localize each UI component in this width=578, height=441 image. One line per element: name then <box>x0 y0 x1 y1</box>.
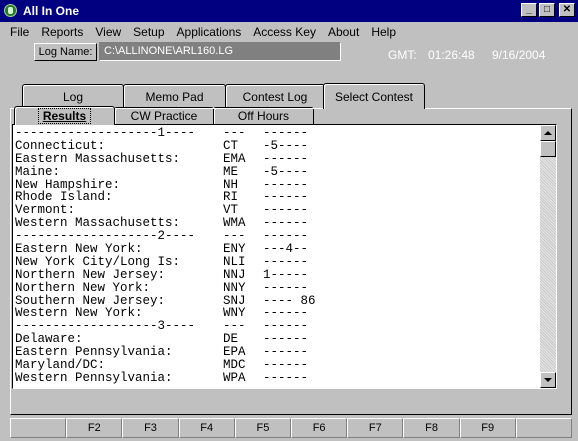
section-abbr: CT <box>223 138 239 153</box>
title-bar[interactable]: All In One _ □ ✕ <box>0 0 578 22</box>
tab-log-label: Log <box>62 89 84 104</box>
section-abbr: ME <box>223 164 239 179</box>
list-item: Northern New York: NNY ------ <box>15 280 538 295</box>
section-name: Eastern Massachusetts: <box>15 151 181 166</box>
log-name-button[interactable]: Log Name: <box>34 43 97 61</box>
section-score: -5---- <box>263 164 309 179</box>
tab-log[interactable]: Log <box>22 84 124 108</box>
tab-memo-pad-label: Memo Pad <box>145 89 204 104</box>
section-score: ------ <box>263 370 309 385</box>
fkey-f3[interactable]: F3 <box>122 418 179 438</box>
section-name: Eastern New York: <box>15 242 143 257</box>
list-item: Eastern Massachusetts: EMA ------ <box>15 151 538 166</box>
window-controls: _ □ ✕ <box>521 3 575 17</box>
menu-setup[interactable]: Setup <box>127 25 170 39</box>
section-abbr: WPA <box>223 370 246 385</box>
section-name: Western Pennsylvania: <box>15 370 173 385</box>
list-item: New York City/Long Is: NLI ------ <box>15 256 538 269</box>
menu-applications[interactable]: Applications <box>171 25 248 39</box>
gmt-time: 01:26:48 <box>428 48 475 62</box>
fkey-f9[interactable]: F9 <box>459 418 516 438</box>
section-abbr: MDC <box>223 358 246 373</box>
fkey-f5[interactable]: F5 <box>234 418 292 438</box>
section-name: Northern New York: <box>15 280 151 295</box>
tab-memo-pad[interactable]: Memo Pad <box>123 84 226 108</box>
arrow-down-icon <box>544 378 552 382</box>
section-name: New York City/Long Is: <box>15 254 181 269</box>
fkey-f8[interactable]: F8 <box>403 418 460 438</box>
section-abbr: ENY <box>223 242 246 257</box>
scroll-down-button[interactable] <box>540 372 556 388</box>
section-abbr: EMA <box>223 151 246 166</box>
tab-results-label: Results <box>37 108 92 124</box>
list-item: Northern New Jersey: NNJ 1----- <box>15 267 538 282</box>
app-globe-icon <box>3 3 19 19</box>
arrow-up-icon <box>544 131 552 135</box>
tab-contest-log-label: Contest Log <box>242 89 308 104</box>
section-score: ------ <box>263 151 309 166</box>
section-name: -------------------1---- <box>15 126 196 140</box>
section-score: -5---- <box>263 138 309 153</box>
status-date: 9/16/2004 <box>492 48 546 62</box>
section-name: Maryland/DC: <box>15 358 106 373</box>
function-key-bar: F2 F3 F4 F5 F6 F7 F8 F9 <box>10 418 573 438</box>
section-abbr: --- <box>223 126 246 140</box>
menu-bar: File Reports View Setup Applications Acc… <box>0 22 578 41</box>
section-name: Maine: <box>15 164 61 179</box>
window-title: All In One <box>23 4 80 18</box>
fkey-f6[interactable]: F6 <box>291 418 348 438</box>
menu-view[interactable]: View <box>89 25 127 39</box>
section-score: ---4-- <box>263 242 309 257</box>
section-score: ------ <box>263 126 309 140</box>
section-score: ------ <box>263 254 309 269</box>
close-button[interactable]: ✕ <box>559 3 575 17</box>
menu-help[interactable]: Help <box>365 25 402 39</box>
section-score: 1----- <box>263 267 309 282</box>
results-rows: -------------------1---- --- ------ Connec… <box>15 127 538 385</box>
tab-select-contest[interactable]: Select Contest <box>323 83 425 109</box>
scroll-up-button[interactable] <box>540 125 556 141</box>
menu-access-key[interactable]: Access Key <box>247 25 322 39</box>
log-path-field[interactable]: C:\ALLINONE\ARL160.LG <box>99 42 341 61</box>
menu-reports[interactable]: Reports <box>35 25 89 39</box>
fkey-f2[interactable]: F2 <box>66 418 123 438</box>
section-score: ------ <box>263 280 309 295</box>
vertical-scrollbar[interactable] <box>540 125 556 388</box>
list-item: Maryland/DC: MDC ------ <box>15 359 538 372</box>
section-abbr: NNY <box>223 280 246 295</box>
section-abbr: NLI <box>223 254 246 269</box>
tab-contest-log[interactable]: Contest Log <box>225 84 325 108</box>
menu-about[interactable]: About <box>322 25 365 39</box>
gmt-label: GMT: <box>388 48 417 62</box>
section-name: Connecticut: <box>15 138 106 153</box>
fkey-f7[interactable]: F7 <box>347 418 404 438</box>
scroll-thumb[interactable] <box>540 141 556 157</box>
section-abbr: NNJ <box>223 267 246 282</box>
fkey-f4[interactable]: F4 <box>178 418 235 438</box>
tab-select-contest-label: Select Contest <box>334 89 414 104</box>
maximize-button[interactable]: □ <box>539 3 555 17</box>
section-score: ------ <box>263 358 309 373</box>
menu-file[interactable]: File <box>4 25 35 39</box>
log-name-row: Log Name: C:\ALLINONE\ARL160.LG GMT: 01:… <box>0 41 578 65</box>
fkey-blank-left[interactable] <box>10 418 67 438</box>
minimize-button[interactable]: _ <box>521 3 537 17</box>
tab-results[interactable]: Results <box>14 106 115 125</box>
section-name: Northern New Jersey: <box>15 267 166 282</box>
list-item: -------------------1---- --- ------ <box>15 127 538 140</box>
results-list[interactable]: -------------------1---- --- ------ Connec… <box>12 124 557 389</box>
list-item: Western Pennsylvania: WPA ------ <box>15 372 538 385</box>
list-item: Maine: ME -5---- <box>15 164 538 179</box>
list-item: Eastern New York: ENY ---4-- <box>15 243 538 256</box>
list-item: Connecticut: CT -5---- <box>15 138 538 153</box>
fkey-blank-right[interactable] <box>515 418 573 438</box>
